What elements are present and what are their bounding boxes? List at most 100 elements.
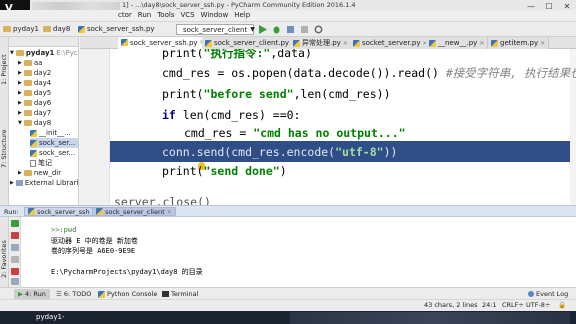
taskbar-window-label[interactable]: pyday1- — [36, 313, 64, 321]
terminal-icon — [162, 291, 169, 297]
tab-python-console[interactable]: Python Console — [94, 289, 161, 299]
tree-item-day7[interactable]: ▶ day7 — [18, 108, 51, 118]
menu-item-window[interactable]: Window — [201, 11, 229, 19]
rerun-icon[interactable] — [11, 220, 19, 227]
tree-item-sock-server-client[interactable]: sock_ser... — [30, 148, 75, 158]
breadcrumb-day8[interactable]: day8 — [43, 25, 70, 33]
tab-terminal[interactable]: Terminal — [158, 289, 202, 299]
breadcrumb-file[interactable]: sock_server_ssh.py — [78, 25, 155, 33]
project-header — [9, 37, 78, 47]
tree-item-sock-server-ssh[interactable]: sock_ser... — [30, 138, 78, 148]
tree-item-day2[interactable]: ▶ day2 — [18, 68, 51, 78]
python-file-icon — [491, 39, 498, 47]
python-file-icon — [293, 39, 300, 47]
tab-sock-server-client[interactable]: sock_server_client.py✕ — [202, 37, 301, 49]
todo-icon: ☰ — [56, 290, 62, 298]
menu-item-tools[interactable]: Tools — [157, 11, 174, 19]
help-icon[interactable] — [11, 278, 19, 285]
tab-exception[interactable]: 异常处理.py ✕ — [290, 37, 352, 49]
tab-structure[interactable]: 7: Structure — [0, 123, 9, 175]
close-icon[interactable]: ✕ — [479, 40, 484, 47]
pause-icon[interactable] — [11, 244, 19, 251]
menu-item-vcs[interactable]: VCS — [180, 11, 194, 19]
tree-item-day8[interactable]: ▼ day8 — [18, 118, 51, 128]
close-icon[interactable] — [11, 268, 19, 275]
breadcrumb-pyday1[interactable]: pyday1 — [3, 25, 39, 33]
tree-label: 笔记 — [38, 159, 52, 167]
cursor-position[interactable]: 24:1 — [482, 301, 497, 309]
window-title: 1] - ...\day8\sock_server_ssh.py - PyCha… — [122, 1, 356, 9]
python-file-icon — [30, 139, 37, 147]
run-tab-label: sock_server_client — [105, 207, 165, 216]
tab-run[interactable]: ▶ 4: Run — [14, 289, 50, 299]
run-config-select[interactable]: sock_server_client ▼ — [176, 24, 255, 35]
tree-label: day6 — [33, 99, 52, 107]
stop-icon[interactable] — [11, 232, 19, 239]
tab-project[interactable]: 1: Project — [0, 45, 9, 95]
run-tab-sock-server-ssh[interactable]: sock_server_ssh✕ — [24, 207, 102, 216]
tab-new[interactable]: __new__.py ✕ — [426, 37, 489, 49]
folder-icon — [23, 90, 32, 96]
run-icon[interactable] — [258, 25, 267, 34]
menu-item-help[interactable]: Help — [234, 11, 250, 19]
tree-item-new-dir[interactable]: ▶ new_dir — [18, 168, 61, 178]
line-separator[interactable]: CRLF÷ — [502, 301, 524, 309]
lock-icon[interactable]: 🔒 — [558, 301, 566, 309]
folder-icon — [23, 110, 32, 116]
tree-label: pyday1 — [25, 49, 55, 57]
collapse-icon: ▶ — [18, 80, 22, 86]
expand-icon: ▼ — [10, 50, 14, 56]
menu-item-ctor[interactable]: ctor — [118, 11, 132, 19]
tree-item-day4[interactable]: ▶ day4 — [18, 78, 51, 88]
code-line: cmd_res = "cmd has no output..." — [184, 126, 406, 140]
tab-label: socket_server.py — [362, 39, 421, 47]
settings-icon[interactable] — [314, 25, 323, 34]
tree-root[interactable]: ▼ pyday1 E:\Pyc — [10, 48, 78, 58]
text-file-icon — [30, 159, 36, 167]
tab-label: Terminal — [171, 290, 199, 298]
run-label: Run: — [4, 208, 19, 216]
python-icon — [98, 290, 105, 298]
code-line: cmd_res = os.popen(data.decode()).read()… — [162, 66, 576, 80]
python-file-icon — [121, 39, 128, 46]
python-file-icon — [353, 39, 360, 47]
code-editor[interactable]: print("执行指令:",data) cmd_res = os.popen(d… — [80, 49, 576, 209]
tab-sock-server-ssh[interactable]: sock_server_ssh.py✕ — [118, 37, 209, 49]
tree-label: day2 — [33, 69, 52, 77]
tree-item-external-libraries[interactable]: ▶ External Librari — [10, 178, 78, 188]
close-icon[interactable]: ✕ — [540, 40, 545, 47]
stop-icon[interactable] — [300, 25, 309, 34]
tab-socket-server[interactable]: socket_server.py ✕ — [350, 37, 432, 49]
tab-favorites[interactable]: 2: Favorites — [0, 233, 9, 285]
python-file-icon — [28, 208, 35, 215]
tree-label: day5 — [33, 89, 52, 97]
tree-item-notes[interactable]: 笔记 — [30, 158, 52, 168]
tab-event-log[interactable]: Event Log — [524, 289, 572, 299]
collapse-icon: ▶ — [18, 100, 22, 106]
tree-item-aa[interactable]: ▶ aa — [18, 58, 42, 68]
python-file-icon — [78, 25, 85, 33]
close-icon[interactable]: ✕ — [343, 40, 348, 47]
python-file-icon — [30, 129, 37, 137]
close-icon[interactable]: ✕ — [167, 208, 172, 216]
tab-label: Python Console — [107, 290, 158, 298]
tree-item-day6[interactable]: ▶ day6 — [18, 98, 51, 108]
tree-item-day5[interactable]: ▶ day5 — [18, 88, 51, 98]
debug-icon[interactable] — [272, 25, 281, 34]
menu-item-run[interactable]: Run — [138, 11, 151, 19]
code-line: if len(cmd_res) ==0: — [162, 108, 301, 122]
tab-getitem[interactable]: getitem.py ✕ — [488, 37, 550, 49]
menu-items: ctor Run Tools VCS Window Help — [118, 11, 250, 19]
tab-label: sock_server_ssh.py — [130, 38, 198, 47]
run-console[interactable]: >>:pwd 驱动器 E 中的卷是 新加卷 卷的序列号是 A6E0-9E9E E… — [9, 217, 576, 287]
bottom-tool-bar: ▶ 4: Run ☰ 6: TODO Python Console Terminal… — [0, 287, 576, 299]
run-tab-sock-server-client[interactable]: sock_server_client ✕ — [92, 207, 177, 216]
tree-item-init[interactable]: __init__... — [30, 128, 71, 138]
editor-tab-bar: sock_server_ssh.py✕ sock_server_client.p… — [80, 37, 576, 49]
folder-icon — [23, 70, 32, 76]
coverage-icon[interactable] — [286, 25, 295, 34]
scroll-icon[interactable] — [11, 256, 19, 263]
tab-todo[interactable]: ☰ 6: TODO — [52, 289, 95, 299]
tree-label: sock_ser... — [39, 139, 76, 147]
file-encoding[interactable]: UTF-8÷ — [526, 301, 550, 309]
